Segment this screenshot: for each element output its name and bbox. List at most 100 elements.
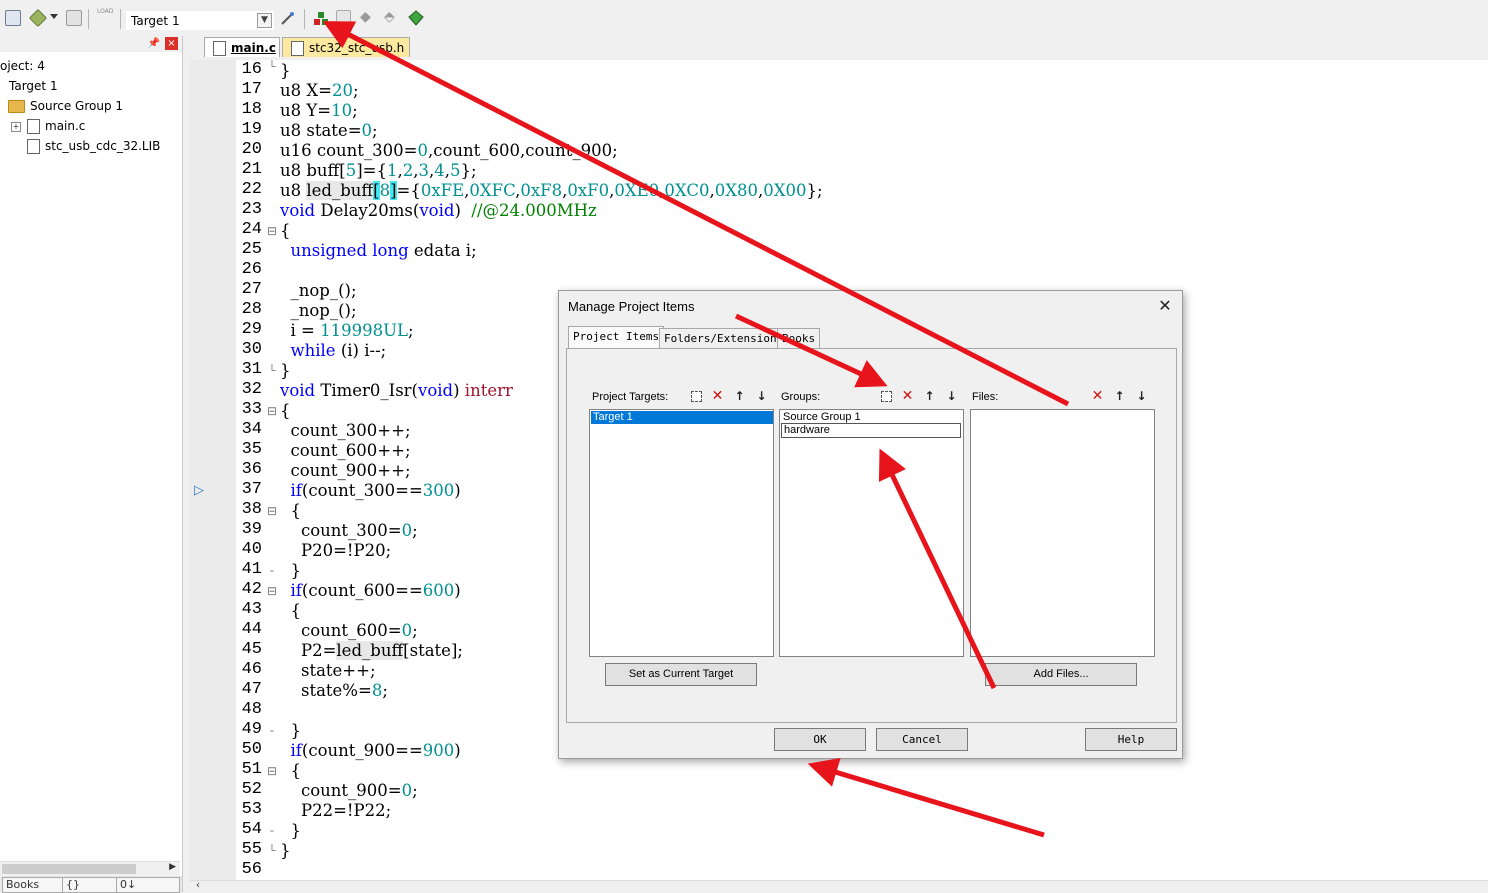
tab-books[interactable]: Books [2,877,64,893]
code-line: u8 X=20; [280,81,359,100]
tab-main-c[interactable]: main.c [204,37,280,57]
move-down-file-button[interactable]: ↓ [1133,388,1150,405]
arrow-up-icon: ↑ [734,389,745,403]
expand-icon[interactable]: + [11,121,21,132]
code-line: u8 buff[5]={1,2,3,4,5}; [280,161,477,180]
arrow-down-icon: ↓ [946,389,957,403]
line-number: 36 [241,460,262,479]
options-wand-icon[interactable] [280,10,296,25]
fold-toggle-icon[interactable]: ⊟ [266,224,278,239]
move-down-group-button[interactable]: ↓ [943,388,960,405]
tree-item-target[interactable]: Target 1 [9,76,58,96]
code-line: count_300=0; [280,521,418,540]
chevron-down-icon[interactable]: ▼ [257,13,272,28]
translate-icon[interactable] [5,10,21,26]
fold-toggle-icon[interactable]: ⊟ [266,764,278,779]
line-number: 47 [241,680,262,699]
editor-horizontal-scrollbar[interactable]: ‹ [190,880,1488,893]
code-line: _nop_(); [280,301,357,320]
toolbar: LOAD Target 1 ▼ ◆ ⬘ [0,0,1488,36]
set-as-current-target-button[interactable]: Set as Current Target [605,663,757,686]
delete-group-button[interactable]: ✕ [899,388,916,405]
code-line: { [280,401,291,420]
project-root-label: oject: 4 [0,59,45,73]
manage-project-items-icon[interactable] [313,10,329,26]
fold-toggle-icon[interactable]: ⊟ [266,584,278,599]
toolbar-separator [120,9,121,29]
chevron-down-icon[interactable] [50,14,58,19]
load-icon[interactable]: LOAD [97,8,113,15]
add-files-button[interactable]: Add Files... [985,663,1137,686]
line-number: 29 [241,320,262,339]
delete-file-button[interactable]: ✕ [1089,388,1106,405]
line-number: 28 [241,300,262,319]
project-targets-list[interactable]: Target 1 [589,409,774,657]
tree-item-file[interactable]: stc_usb_cdc_32.LIB [27,136,160,156]
scrollbar-thumb[interactable] [2,864,136,874]
project-root[interactable]: oject: 4 [0,56,45,76]
line-number: 56 [241,860,262,879]
tab-books[interactable]: Books [777,328,821,348]
tab-functions[interactable]: {} Func... [62,877,118,893]
cancel-button[interactable]: Cancel [876,728,968,751]
move-down-target-button[interactable]: ↓ [753,388,770,405]
chevron-left-icon[interactable]: ‹ [196,880,200,891]
code-line: P22=!P22; [280,801,392,820]
new-group-button[interactable] [878,388,895,405]
list-item[interactable]: Target 1 [591,411,773,424]
move-up-target-button[interactable]: ↑ [731,388,748,405]
tab-folders-extensions[interactable]: Folders/Extensions [659,328,789,348]
pin-icon[interactable]: 📌 [148,38,160,49]
close-icon[interactable]: × [165,37,178,50]
file-icon [213,41,226,56]
line-number: 38 [241,500,262,519]
close-icon[interactable]: ✕ [1154,296,1176,316]
tab-project-items[interactable]: Project Items [568,326,665,349]
code-line: } [280,61,291,80]
project-items-panel: Project Targets: ✕ ↑ ↓ Target 1 Groups: … [566,348,1177,723]
line-number: 55 [241,840,262,859]
code-line: count_300++; [280,421,411,440]
code-line: } [280,561,301,580]
code-line: { [280,501,301,520]
fold-toggle-icon[interactable]: ⊟ [266,504,278,519]
horizontal-scrollbar[interactable]: ▶ [0,861,180,876]
file-icon [27,119,40,134]
tree-item-file[interactable]: + main.c [11,116,85,136]
target-label: Target 1 [9,79,58,93]
ok-button[interactable]: OK [774,728,866,751]
tab-label: main.c [231,41,276,55]
move-up-file-button[interactable]: ↑ [1111,388,1128,405]
move-up-group-button[interactable]: ↑ [921,388,938,405]
files-list[interactable] [970,409,1155,657]
group-name-edit[interactable]: hardware [781,423,961,438]
groups-list[interactable]: Source Group 1 hardware [779,409,964,657]
copy-icon[interactable] [336,10,351,25]
code-line: void Timer0_Isr(void) interr [280,381,513,400]
line-number: 43 [241,600,262,619]
tab-stc32-stc-usb-h[interactable]: stc32_stc_usb.h [282,37,410,57]
toolbar-separator [304,9,305,29]
new-icon [691,391,702,402]
rebuild-icon[interactable] [66,10,82,26]
target-select[interactable]: Target 1 ▼ [126,11,274,30]
diamond-icon[interactable]: ◆ [360,10,374,24]
delete-target-button[interactable]: ✕ [709,388,726,405]
pack-installer-icon[interactable] [408,10,424,26]
download-icon[interactable]: ⬘ [384,10,398,24]
fold-end-marker: └ [268,364,276,378]
build-icon[interactable] [28,8,48,28]
file-label: main.c [45,119,86,133]
help-button[interactable]: Help [1085,728,1177,751]
new-target-button[interactable] [688,388,705,405]
target-select-value: Target 1 [131,14,180,28]
line-number: 53 [241,800,262,819]
fold-end-marker: └ [268,60,276,74]
chevron-right-icon[interactable]: ▶ [169,862,176,872]
fold-toggle-icon[interactable]: ⊟ [266,404,278,419]
tab-templates[interactable]: 0↓ Temp... [116,877,180,893]
tree-item-source-group[interactable]: Source Group 1 [8,96,123,116]
arrow-down-icon: ↓ [1136,389,1147,403]
code-line: P2=led_buff[state]; [280,641,463,660]
code-line: } [280,361,291,380]
